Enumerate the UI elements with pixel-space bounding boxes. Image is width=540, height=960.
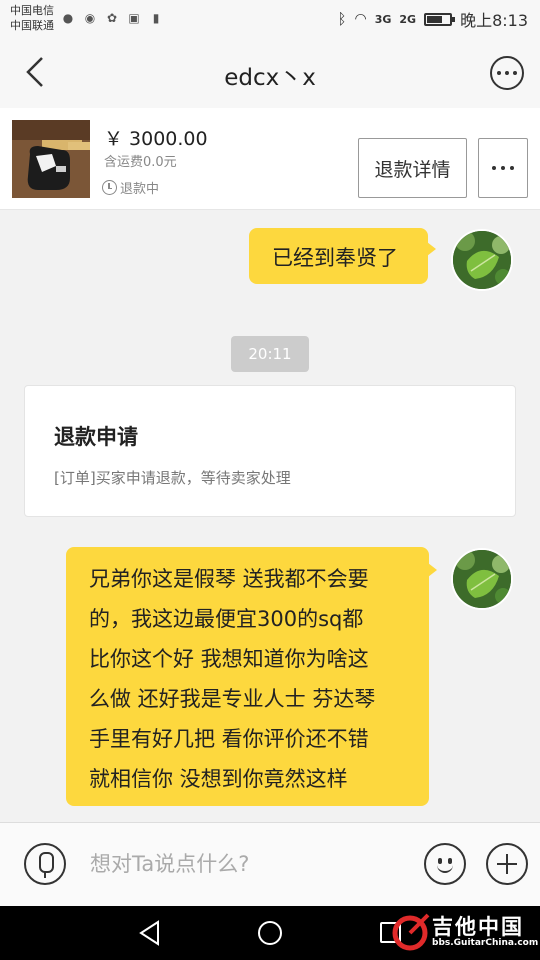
guitar-image: [12, 120, 90, 198]
message-line: 比你这个好 我想知道你为啥这: [89, 647, 369, 671]
carrier-info: 中国电信 中国联通: [10, 3, 54, 33]
clock-icon: [102, 180, 117, 195]
product-more-button[interactable]: [478, 138, 528, 198]
wifi-icon: ◠: [354, 11, 367, 27]
product-bar: ￥ 3000.00 含运费0.0元 退款中 退款详情: [0, 108, 540, 210]
nav-back-icon[interactable]: [138, 920, 162, 946]
message-text: 已经到奉贤了: [272, 246, 398, 270]
status-bar: 中国电信 中国联通 ● ◉ ✿ ▣ ▮ ᛒ ◠ 3G 2G 晚上8:13: [0, 0, 540, 36]
timestamp-chip: 20:11: [231, 336, 309, 372]
nav-bar: edcx丶x: [0, 36, 540, 108]
refund-card-title: 退款申请: [54, 425, 138, 449]
more-options-button[interactable]: [490, 56, 524, 90]
message-line: 就相信你 没想到你竟然这样: [89, 767, 348, 791]
wechat-icon: ●: [62, 11, 74, 25]
message-bubble[interactable]: 兄弟你这是假琴 送我都不会要 的，我这边最便宜300的sq都 比你这个好 我想知…: [66, 547, 437, 806]
carrier-2: 中国联通: [10, 19, 54, 32]
page-title: edcx丶x: [224, 65, 316, 91]
avatar[interactable]: [451, 229, 513, 291]
plus-icon[interactable]: [486, 843, 528, 885]
signal-2-icon: 2G: [399, 12, 417, 26]
refund-status: 退款中: [102, 178, 159, 197]
product-thumbnail[interactable]: [12, 120, 90, 198]
watermark-logo: 吉他中国 bbs.GuitarChina.com: [388, 905, 538, 957]
battery-icon: [424, 12, 456, 26]
refund-detail-button[interactable]: 退款详情: [358, 138, 467, 198]
emoji-icon[interactable]: [424, 843, 466, 885]
message-input[interactable]: [90, 847, 400, 881]
shipping-fee: 含运费0.0元: [104, 155, 177, 170]
notification-icons: ● ◉ ✿ ▣ ▮: [60, 10, 164, 26]
signal-1-icon: 3G: [374, 12, 392, 26]
carrier-1: 中国电信: [10, 4, 54, 17]
bubble-tail: [428, 563, 437, 577]
watermark-subtitle: bbs.GuitarChina.com: [432, 938, 539, 948]
more-dots-icon: [497, 71, 501, 75]
image-notification-icon: ▣: [128, 11, 140, 25]
refund-status-label: 退款中: [120, 182, 160, 197]
refund-request-card[interactable]: 退款申请 [订单]买家申请退款，等待卖家处理: [24, 385, 516, 517]
message-line: 么做 还好我是专业人士 芬达琴: [89, 687, 376, 711]
app-notification-icon: ✿: [106, 11, 118, 25]
refund-card-description: [订单]买家申请退款，等待卖家处理: [54, 469, 291, 487]
guitar-logo-icon: [392, 913, 430, 951]
message-line: 的，我这边最便宜300的sq都: [89, 607, 364, 631]
message-line: 手里有好几把 看你评价还不错: [89, 727, 369, 751]
message-line: 兄弟你这是假琴 送我都不会要: [89, 567, 369, 591]
status-right: ᛒ ◠ 3G 2G 晚上8:13: [337, 7, 528, 31]
message-input-bar: [0, 822, 540, 906]
avatar-leaf-image: [453, 550, 511, 608]
status-time: 晚上8:13: [460, 11, 528, 30]
microphone-icon[interactable]: [24, 843, 66, 885]
bluetooth-icon: ᛒ: [337, 10, 347, 28]
nav-home-icon[interactable]: [258, 921, 282, 945]
download-icon: ▮: [152, 11, 160, 25]
avatar[interactable]: [451, 548, 513, 610]
ellipsis-icon: [492, 166, 496, 170]
product-price: ￥ 3000.00: [104, 128, 208, 150]
message-bubble[interactable]: 已经到奉贤了: [249, 228, 436, 284]
location-icon: ◉: [84, 11, 96, 25]
watermark-title: 吉他中国: [432, 915, 524, 939]
bubble-tail: [427, 242, 436, 256]
avatar-leaf-image: [453, 231, 511, 289]
